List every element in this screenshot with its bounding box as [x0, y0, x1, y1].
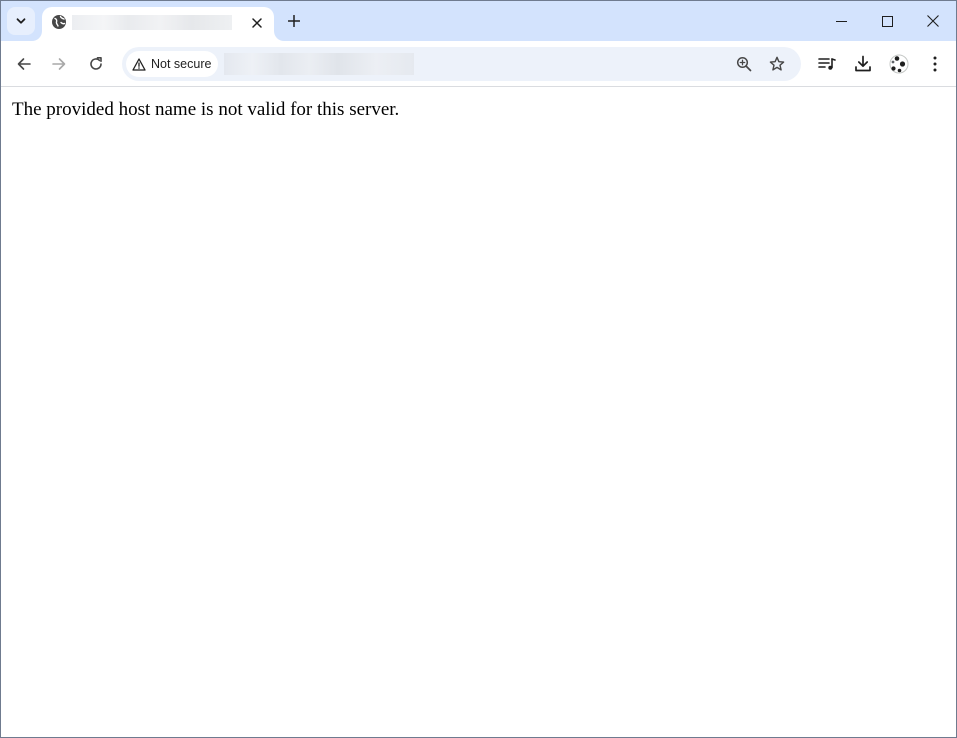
star-icon: [769, 56, 785, 71]
bookmark-button[interactable]: [767, 54, 787, 74]
zoom-in-icon: [736, 56, 752, 72]
close-icon: [927, 15, 939, 27]
forward-button[interactable]: [45, 50, 73, 78]
chevron-down-icon: [16, 18, 26, 24]
url-text[interactable]: [224, 53, 414, 75]
window-close-button[interactable]: [910, 1, 956, 41]
security-chip[interactable]: Not secure: [126, 51, 218, 77]
extensions-button[interactable]: [887, 52, 911, 76]
browser-window: Not secure The provided host name is not…: [0, 0, 957, 738]
maximize-button[interactable]: [864, 1, 910, 41]
back-button[interactable]: [10, 50, 38, 78]
address-bar[interactable]: Not secure: [122, 47, 801, 81]
close-icon: [252, 18, 262, 28]
downloads-button[interactable]: [851, 52, 875, 76]
tab-strip: [1, 1, 956, 41]
minimize-icon: [835, 20, 847, 22]
kebab-menu-icon: [933, 56, 937, 72]
chrome-menu-button[interactable]: [923, 52, 947, 76]
page-content: The provided host name is not valid for …: [1, 88, 956, 737]
media-playlist-icon: [818, 58, 836, 70]
globe-icon: [51, 14, 67, 30]
media-controls-button[interactable]: [815, 52, 839, 76]
reload-button[interactable]: [82, 50, 110, 78]
browser-toolbar: Not secure: [1, 41, 956, 87]
active-tab[interactable]: [42, 7, 274, 41]
minimize-button[interactable]: [818, 1, 864, 41]
new-tab-button[interactable]: [283, 10, 305, 32]
reload-icon: [90, 57, 102, 70]
tab-title: [72, 15, 232, 30]
plus-icon: [288, 15, 300, 27]
zoom-button[interactable]: [734, 54, 754, 74]
warning-triangle-icon: [132, 57, 146, 71]
error-message: The provided host name is not valid for …: [12, 99, 400, 120]
security-label: Not secure: [151, 57, 212, 71]
maximize-icon: [881, 15, 893, 27]
download-icon: [855, 55, 871, 72]
tab-search-button[interactable]: [7, 7, 35, 35]
extension-puzzle-icon: [889, 54, 909, 74]
tab-close-button[interactable]: [248, 14, 266, 32]
arrow-right-icon: [52, 58, 66, 70]
arrow-left-icon: [17, 58, 31, 70]
